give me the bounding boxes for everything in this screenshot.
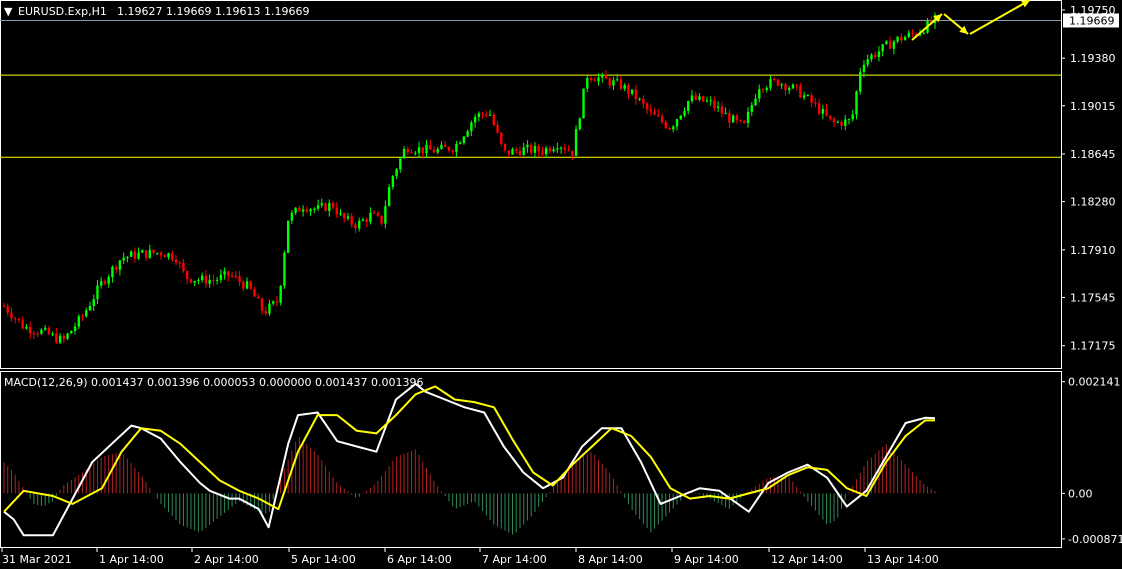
price-tick-label: 1.17175: [1070, 340, 1116, 353]
trading-chart: 1.197501.193801.190151.186451.182801.179…: [0, 0, 1122, 569]
price-tick-label: 1.19015: [1070, 100, 1116, 113]
candle: [286, 220, 290, 254]
candle: [574, 125, 578, 156]
time-tick-label: 7 Apr 14:00: [482, 553, 547, 566]
time-tick-label: 2 Apr 14:00: [194, 553, 259, 566]
time-tick-label: 13 Apr 14:00: [867, 553, 939, 566]
macd-tick-label: 0.00: [1068, 487, 1093, 500]
time-tick-label: 1 Apr 14:00: [99, 553, 164, 566]
price-tick-label: 1.18280: [1070, 196, 1116, 209]
ohlc-label: 1.19627 1.19669 1.19613 1.19669: [117, 5, 309, 18]
candle: [578, 117, 581, 131]
price-tick-label: 1.17545: [1070, 291, 1116, 304]
macd-tick-label: -0.000871: [1068, 533, 1122, 546]
price-tick-label: 1.19380: [1070, 52, 1116, 65]
time-tick-label: 9 Apr 14:00: [674, 553, 739, 566]
candle: [324, 202, 327, 212]
time-tick-label: 8 Apr 14:00: [578, 553, 643, 566]
candle: [701, 95, 705, 103]
price-tick-label: 1.17910: [1070, 244, 1116, 257]
candle: [283, 250, 286, 289]
time-tick-label: 12 Apr 14:00: [771, 553, 843, 566]
triangle-down-icon[interactable]: ▼: [4, 5, 13, 18]
macd-tick-label: 0.002141: [1068, 376, 1121, 389]
current-price-tag: 1.19669: [1063, 13, 1119, 27]
candle: [582, 88, 585, 119]
price-tag-label: 1.19669: [1069, 14, 1115, 27]
time-tick-label: 6 Apr 14:00: [387, 553, 452, 566]
time-tick-label: 31 Mar 2021: [2, 553, 72, 566]
price-tick-label: 1.18645: [1070, 148, 1116, 161]
candle: [279, 284, 282, 306]
candle: [249, 280, 252, 290]
candle: [776, 78, 780, 87]
candle: [387, 183, 391, 207]
symbol-label: EURUSD.Exp,H1: [18, 5, 107, 18]
time-tick-label: 5 Apr 14:00: [291, 553, 356, 566]
macd-label: MACD(12,26,9) 0.001437 0.001396 0.000053…: [4, 376, 423, 389]
